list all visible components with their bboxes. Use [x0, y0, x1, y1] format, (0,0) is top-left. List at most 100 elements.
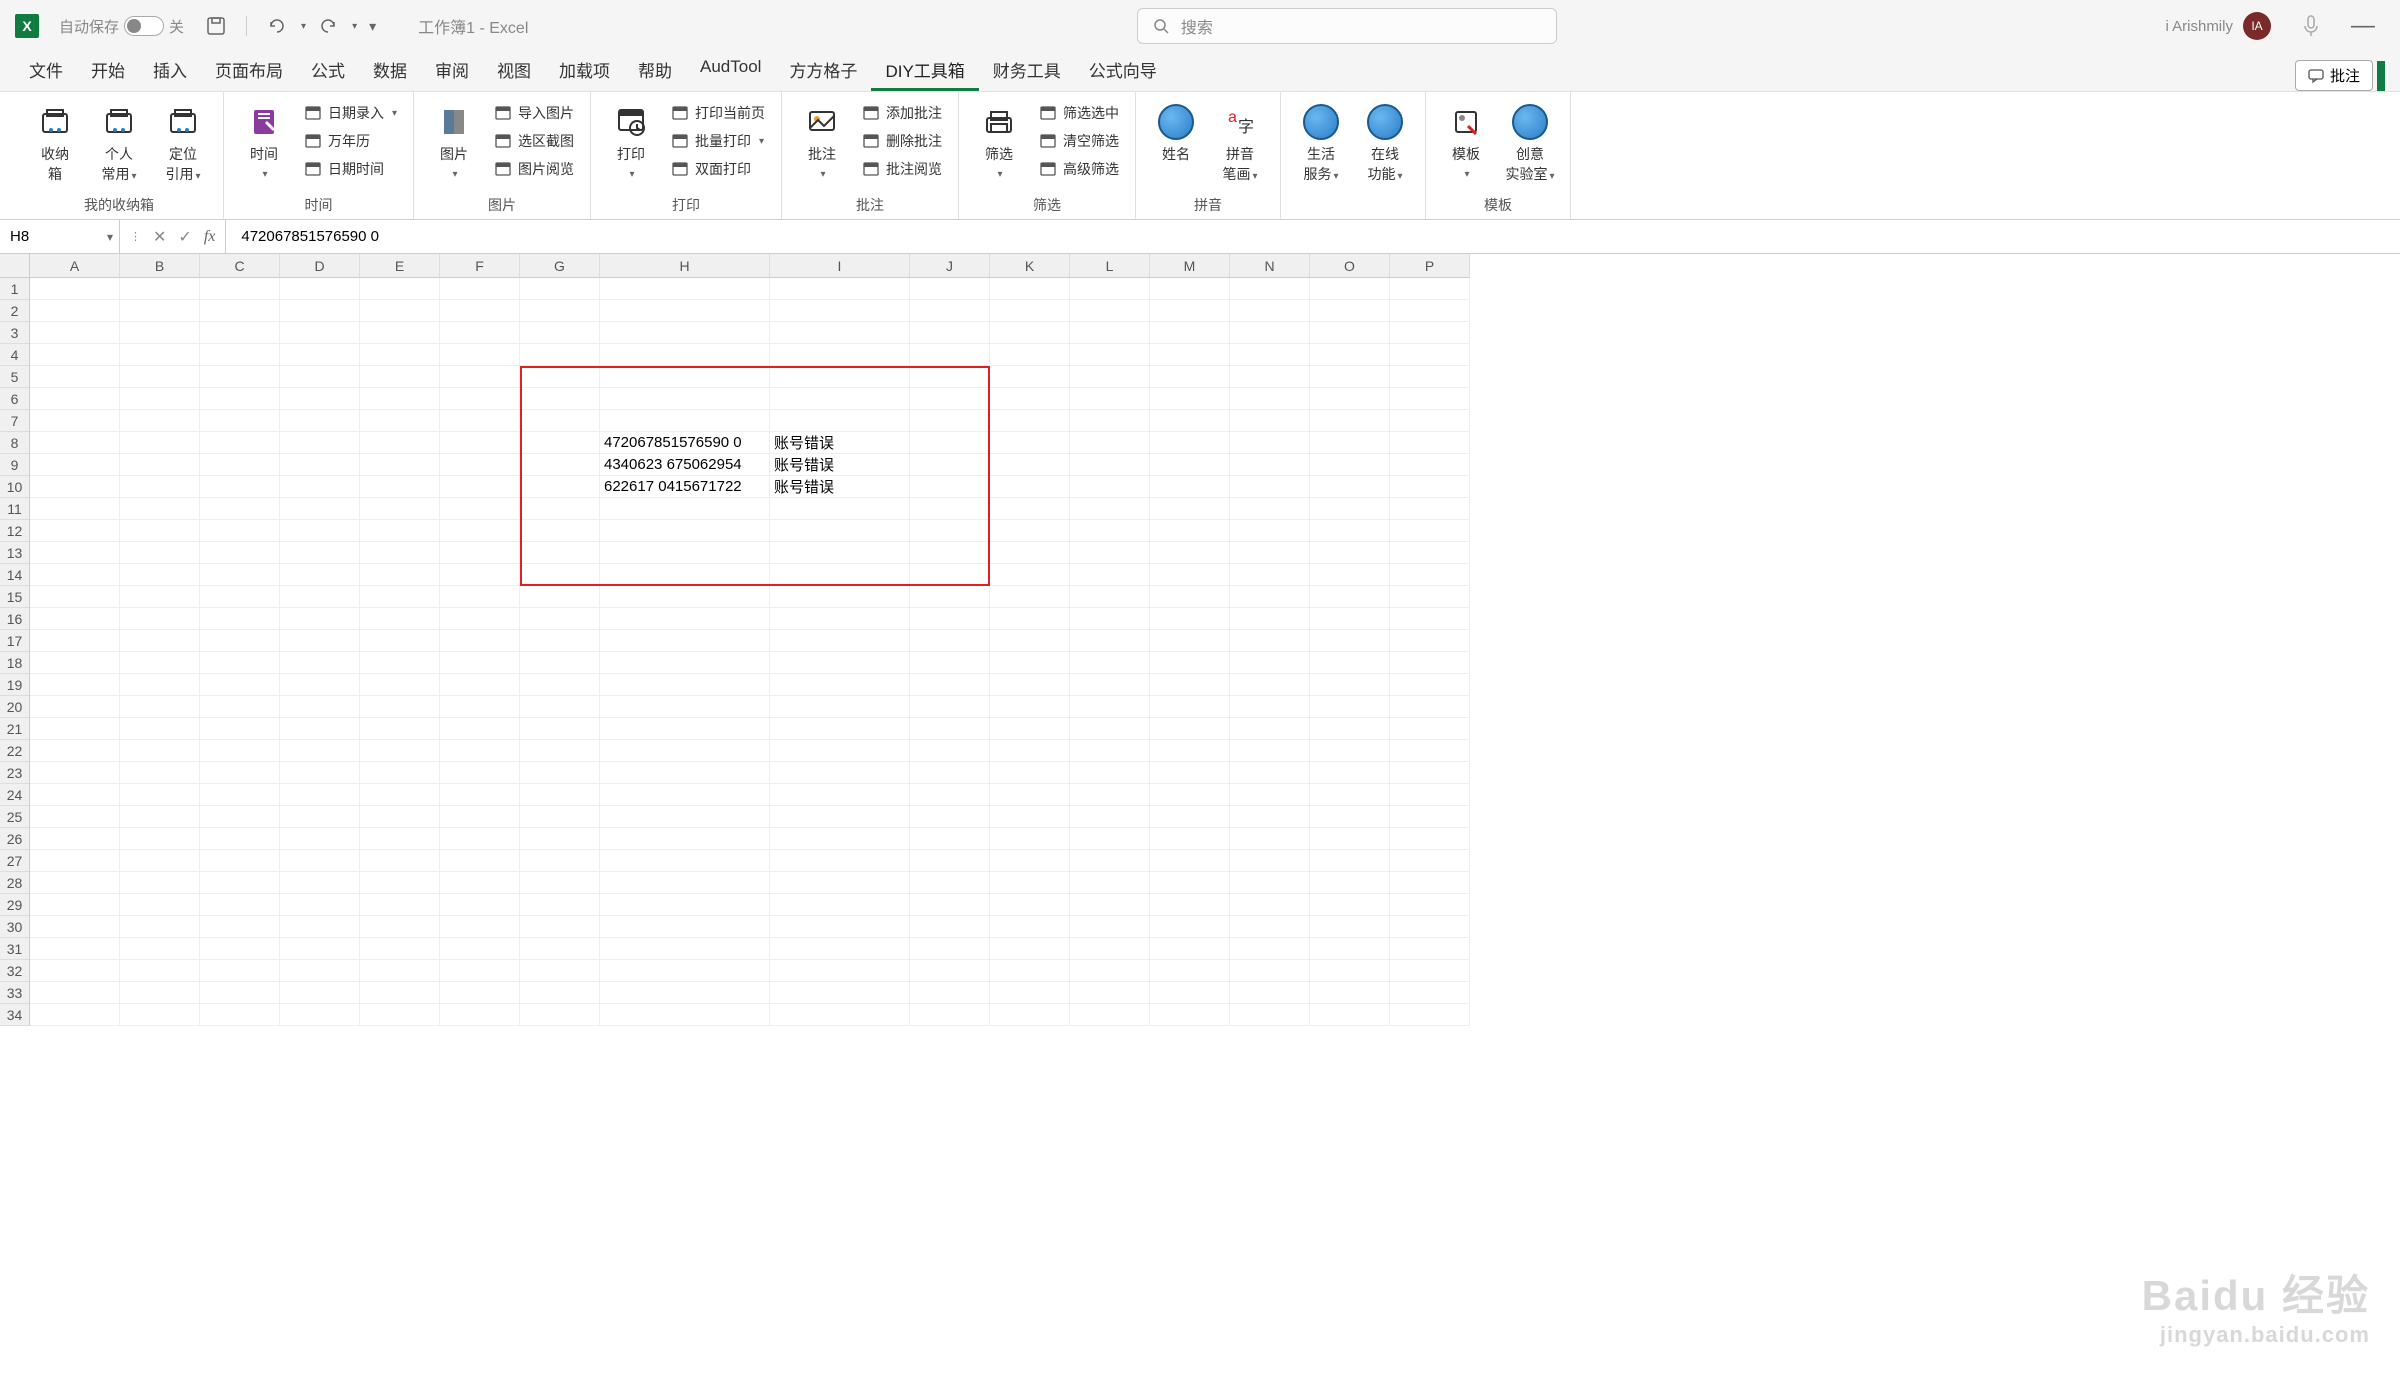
expand-icon[interactable]: ⋮ [130, 230, 141, 243]
cell-D1[interactable] [280, 278, 360, 300]
cell-F6[interactable] [440, 388, 520, 410]
cell-E2[interactable] [360, 300, 440, 322]
cell-O15[interactable] [1310, 586, 1390, 608]
cell-G9[interactable] [520, 454, 600, 476]
row-header-26[interactable]: 26 [0, 828, 30, 850]
cell-K8[interactable] [990, 432, 1070, 454]
col-header-F[interactable]: F [440, 254, 520, 278]
cell-L30[interactable] [1070, 916, 1150, 938]
save-icon[interactable] [206, 16, 226, 36]
cell-K12[interactable] [990, 520, 1070, 542]
cell-I26[interactable] [770, 828, 910, 850]
cell-A15[interactable] [30, 586, 120, 608]
cell-K14[interactable] [990, 564, 1070, 586]
cell-F32[interactable] [440, 960, 520, 982]
cell-N26[interactable] [1230, 828, 1310, 850]
ribbon-btn-批注阅览[interactable]: 批注阅览 [856, 156, 948, 182]
cell-G19[interactable] [520, 674, 600, 696]
row-header-27[interactable]: 27 [0, 850, 30, 872]
cell-H6[interactable] [600, 388, 770, 410]
cell-M12[interactable] [1150, 520, 1230, 542]
cell-A19[interactable] [30, 674, 120, 696]
cell-J13[interactable] [910, 542, 990, 564]
cell-D11[interactable] [280, 498, 360, 520]
cell-K25[interactable] [990, 806, 1070, 828]
cell-C6[interactable] [200, 388, 280, 410]
cell-D15[interactable] [280, 586, 360, 608]
tab-公式向导[interactable]: 公式向导 [1075, 51, 1171, 91]
cell-I27[interactable] [770, 850, 910, 872]
cell-F16[interactable] [440, 608, 520, 630]
cell-F7[interactable] [440, 410, 520, 432]
name-box[interactable]: H8 ▾ [0, 220, 120, 253]
cell-L23[interactable] [1070, 762, 1150, 784]
cell-K10[interactable] [990, 476, 1070, 498]
cell-K6[interactable] [990, 388, 1070, 410]
cell-I14[interactable] [770, 564, 910, 586]
cell-N34[interactable] [1230, 1004, 1310, 1026]
cell-L3[interactable] [1070, 322, 1150, 344]
cell-B31[interactable] [120, 938, 200, 960]
cell-L7[interactable] [1070, 410, 1150, 432]
cell-B18[interactable] [120, 652, 200, 674]
tab-数据[interactable]: 数据 [359, 51, 421, 91]
cell-O9[interactable] [1310, 454, 1390, 476]
cell-A24[interactable] [30, 784, 120, 806]
cell-L32[interactable] [1070, 960, 1150, 982]
cell-E20[interactable] [360, 696, 440, 718]
cell-P18[interactable] [1390, 652, 1470, 674]
cell-C33[interactable] [200, 982, 280, 1004]
cell-I12[interactable] [770, 520, 910, 542]
cell-N28[interactable] [1230, 872, 1310, 894]
cell-B12[interactable] [120, 520, 200, 542]
cell-F27[interactable] [440, 850, 520, 872]
cell-E27[interactable] [360, 850, 440, 872]
col-header-E[interactable]: E [360, 254, 440, 278]
cell-F4[interactable] [440, 344, 520, 366]
cell-H33[interactable] [600, 982, 770, 1004]
cell-F30[interactable] [440, 916, 520, 938]
cell-G23[interactable] [520, 762, 600, 784]
minimize-button[interactable]: — [2351, 12, 2375, 40]
row-header-21[interactable]: 21 [0, 718, 30, 740]
cell-D8[interactable] [280, 432, 360, 454]
cell-K26[interactable] [990, 828, 1070, 850]
cell-C27[interactable] [200, 850, 280, 872]
cell-J11[interactable] [910, 498, 990, 520]
cell-H14[interactable] [600, 564, 770, 586]
cell-N19[interactable] [1230, 674, 1310, 696]
cell-H28[interactable] [600, 872, 770, 894]
row-header-9[interactable]: 9 [0, 454, 30, 476]
cell-C26[interactable] [200, 828, 280, 850]
cell-H21[interactable] [600, 718, 770, 740]
cell-M31[interactable] [1150, 938, 1230, 960]
cell-M1[interactable] [1150, 278, 1230, 300]
cell-H13[interactable] [600, 542, 770, 564]
cell-A7[interactable] [30, 410, 120, 432]
cell-J6[interactable] [910, 388, 990, 410]
cell-E34[interactable] [360, 1004, 440, 1026]
cell-M24[interactable] [1150, 784, 1230, 806]
cell-G13[interactable] [520, 542, 600, 564]
cell-P5[interactable] [1390, 366, 1470, 388]
cell-D34[interactable] [280, 1004, 360, 1026]
cell-H27[interactable] [600, 850, 770, 872]
cell-A12[interactable] [30, 520, 120, 542]
cell-F3[interactable] [440, 322, 520, 344]
cell-M4[interactable] [1150, 344, 1230, 366]
cell-O19[interactable] [1310, 674, 1390, 696]
cell-G12[interactable] [520, 520, 600, 542]
cell-E33[interactable] [360, 982, 440, 1004]
cell-E7[interactable] [360, 410, 440, 432]
cell-I16[interactable] [770, 608, 910, 630]
cell-M15[interactable] [1150, 586, 1230, 608]
cell-G11[interactable] [520, 498, 600, 520]
cell-G18[interactable] [520, 652, 600, 674]
cell-H26[interactable] [600, 828, 770, 850]
col-header-N[interactable]: N [1230, 254, 1310, 278]
tab-文件[interactable]: 文件 [15, 51, 77, 91]
cell-O12[interactable] [1310, 520, 1390, 542]
row-header-20[interactable]: 20 [0, 696, 30, 718]
cell-P29[interactable] [1390, 894, 1470, 916]
cell-G5[interactable] [520, 366, 600, 388]
